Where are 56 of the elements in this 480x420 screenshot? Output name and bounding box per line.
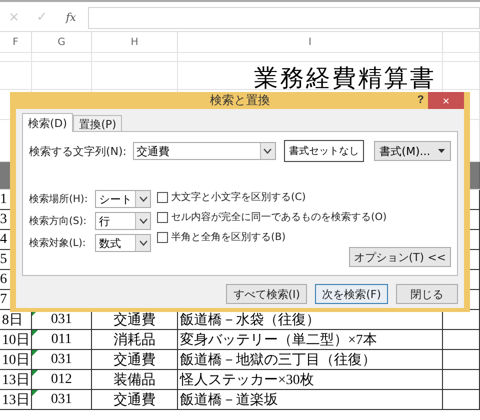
table-cell: 011 [51,332,72,348]
column-header[interactable]: H [92,32,178,52]
checkbox-label: 半角と全角を区別する(B) [171,230,286,244]
table-cell: 031 [51,392,72,408]
field-label: 検索場所(H): [29,192,89,206]
options-button[interactable]: オプション(T) << [348,247,451,267]
table-cell: 5 [0,252,7,268]
chevron-icon [138,196,148,202]
checkbox[interactable] [157,212,168,222]
table-cell: 怪人ステッカー×30枚 [178,370,443,389]
format-button[interactable]: 書式(M)... [374,141,451,161]
table-cell: 6 [0,272,7,288]
checkbox-label: 大文字と小文字を区別する(C) [171,190,306,204]
tab[interactable]: 置換(P) [73,115,122,131]
column-header[interactable]: G [32,32,92,52]
dialog-title: 検索と置換 [210,92,270,109]
format-preview: 書式セットなし [284,140,364,162]
table-cell: 3 [0,212,7,228]
search-field[interactable]: 交通費 [132,142,276,160]
dropdown[interactable]: 行 [95,212,151,230]
table-cell: 031 [51,312,72,328]
dialog-button[interactable]: 閉じる [396,284,458,304]
table-cell: 消耗品 [92,330,178,349]
field-label: 検索方向(S): [29,214,88,228]
column-header[interactable]: F [0,32,32,52]
caret-icon [438,149,446,153]
field-label: 検索する文字列(N): [29,144,127,158]
table-cell: 7 [0,292,7,308]
dropdown[interactable]: シート [95,190,151,208]
column-header[interactable]: I [178,32,443,52]
close-button[interactable]: × [428,92,464,109]
table-cell: 1 [0,192,7,208]
table-cell: 交通費 [92,350,178,369]
field-label: 検索対象(L): [29,236,87,250]
table-cell: 012 [51,372,72,388]
table-cell: 変身バッテリー（単二型）×7本 [178,330,443,349]
dropdown[interactable]: 数式 [95,234,151,252]
table-cell: 031 [51,352,72,368]
checkbox[interactable] [157,232,168,242]
chevron-icon [138,218,148,224]
table-cell: 4 [0,232,7,248]
table-cell: 交通費 [92,390,178,409]
tab[interactable]: 検索(D) [22,113,74,132]
table-cell: 装備品 [92,370,178,389]
checkbox-label: セル内容が完全に同一であるものを検索する(O) [171,210,387,224]
table-cell: 飯道橋－道楽坂 [178,390,443,409]
chevron-icon [263,148,272,154]
dialog-button[interactable]: すべて検索(I) [226,284,308,304]
help-button[interactable]: ? [417,94,424,106]
chevron-icon [138,240,148,246]
sheet-title: 業務経費精算書 [254,65,436,94]
checkbox[interactable] [157,192,168,202]
dialog-button[interactable]: 次を検索(F) [315,284,388,304]
function-icon[interactable]: fx [56,11,86,24]
formula-input[interactable] [88,6,480,28]
table-cell: 飯道橋－地獄の三丁目（往復） [178,350,443,369]
